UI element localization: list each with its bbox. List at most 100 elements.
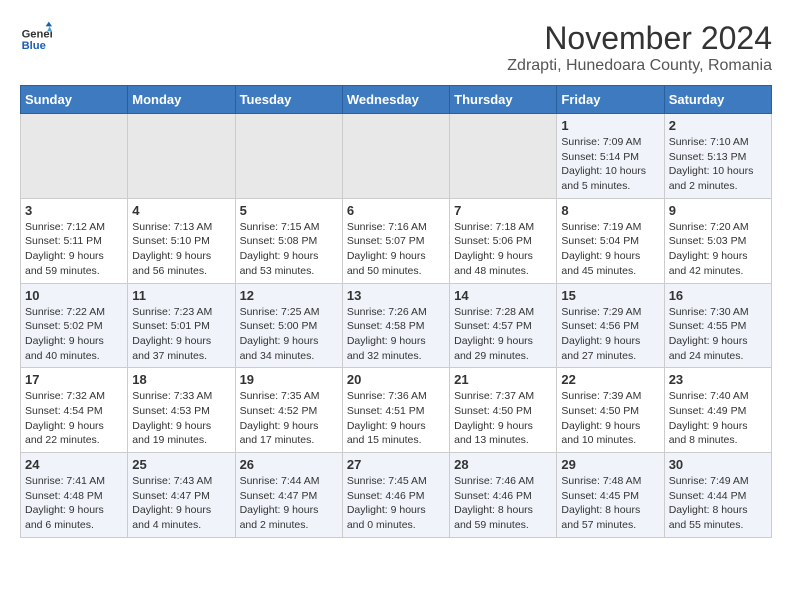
calendar-table: SundayMondayTuesdayWednesdayThursdayFrid… [20, 85, 772, 538]
weekday-header: Friday [557, 86, 664, 114]
day-info: Sunrise: 7:44 AM Sunset: 4:47 PM Dayligh… [240, 474, 338, 533]
day-info: Sunrise: 7:10 AM Sunset: 5:13 PM Dayligh… [669, 135, 767, 194]
calendar-cell [235, 114, 342, 199]
logo-icon: General Blue [20, 20, 52, 52]
day-info: Sunrise: 7:49 AM Sunset: 4:44 PM Dayligh… [669, 474, 767, 533]
svg-text:General: General [22, 29, 52, 41]
calendar-cell: 25Sunrise: 7:43 AM Sunset: 4:47 PM Dayli… [128, 453, 235, 538]
day-info: Sunrise: 7:32 AM Sunset: 4:54 PM Dayligh… [25, 389, 123, 448]
calendar-cell: 6 Sunrise: 7:16 AM Sunset: 5:07 PM Daylig… [342, 198, 449, 283]
day-info: Sunrise: 7:12 AM Sunset: 5:11 PM Dayligh… [25, 220, 123, 279]
day-number: 26 [240, 457, 338, 472]
day-number: 5 [240, 203, 338, 218]
calendar-cell: 2 Sunrise: 7:10 AM Sunset: 5:13 PM Daylig… [664, 114, 771, 199]
calendar-cell: 29 Sunrise: 7:48 AM Sunset: 4:45 PM Dayli… [557, 453, 664, 538]
day-info: Sunrise: 7:25 AM Sunset: 5:00 PM Dayligh… [240, 305, 338, 364]
calendar-cell: 27 Sunrise: 7:45 AM Sunset: 4:46 PM Dayli… [342, 453, 449, 538]
weekday-header: Saturday [664, 86, 771, 114]
day-number: 7 [454, 203, 552, 218]
calendar-week-row: 24 Sunrise: 7:41 AM Sunset: 4:48 PM Dayli… [21, 453, 772, 538]
day-number: 25 [132, 457, 230, 472]
calendar-week-row: 17Sunrise: 7:32 AM Sunset: 4:54 PM Dayli… [21, 368, 772, 453]
calendar-cell: 4 Sunrise: 7:13 AM Sunset: 5:10 PM Daylig… [128, 198, 235, 283]
calendar-cell [21, 114, 128, 199]
calendar-cell [450, 114, 557, 199]
day-number: 19 [240, 372, 338, 387]
calendar-cell: 22 Sunrise: 7:39 AM Sunset: 4:50 PM Dayli… [557, 368, 664, 453]
day-info: Sunrise: 7:40 AM Sunset: 4:49 PM Dayligh… [669, 389, 767, 448]
weekday-header: Tuesday [235, 86, 342, 114]
calendar-week-row: 1 Sunrise: 7:09 AM Sunset: 5:14 PM Daylig… [21, 114, 772, 199]
calendar-cell: 3 Sunrise: 7:12 AM Sunset: 5:11 PM Daylig… [21, 198, 128, 283]
day-number: 29 [561, 457, 659, 472]
day-info: Sunrise: 7:41 AM Sunset: 4:48 PM Dayligh… [25, 474, 123, 533]
day-info: Sunrise: 7:28 AM Sunset: 4:57 PM Dayligh… [454, 305, 552, 364]
day-info: Sunrise: 7:39 AM Sunset: 4:50 PM Dayligh… [561, 389, 659, 448]
calendar-cell: 10 Sunrise: 7:22 AM Sunset: 5:02 PM Dayli… [21, 283, 128, 368]
day-info: Sunrise: 7:45 AM Sunset: 4:46 PM Dayligh… [347, 474, 445, 533]
day-info: Sunrise: 7:15 AM Sunset: 5:08 PM Dayligh… [240, 220, 338, 279]
weekday-header: Sunday [21, 86, 128, 114]
calendar-cell: 19Sunrise: 7:35 AM Sunset: 4:52 PM Dayli… [235, 368, 342, 453]
day-number: 15 [561, 288, 659, 303]
day-number: 4 [132, 203, 230, 218]
day-number: 30 [669, 457, 767, 472]
day-info: Sunrise: 7:36 AM Sunset: 4:51 PM Dayligh… [347, 389, 445, 448]
calendar-cell: 21Sunrise: 7:37 AM Sunset: 4:50 PM Dayli… [450, 368, 557, 453]
weekday-header: Wednesday [342, 86, 449, 114]
calendar-cell: 17Sunrise: 7:32 AM Sunset: 4:54 PM Dayli… [21, 368, 128, 453]
calendar-cell: 13 Sunrise: 7:26 AM Sunset: 4:58 PM Dayli… [342, 283, 449, 368]
day-info: Sunrise: 7:19 AM Sunset: 5:04 PM Dayligh… [561, 220, 659, 279]
calendar-cell: 8Sunrise: 7:19 AM Sunset: 5:04 PM Daylig… [557, 198, 664, 283]
calendar-cell: 24 Sunrise: 7:41 AM Sunset: 4:48 PM Dayli… [21, 453, 128, 538]
day-info: Sunrise: 7:29 AM Sunset: 4:56 PM Dayligh… [561, 305, 659, 364]
day-number: 28 [454, 457, 552, 472]
calendar-cell: 15 Sunrise: 7:29 AM Sunset: 4:56 PM Dayli… [557, 283, 664, 368]
day-info: Sunrise: 7:48 AM Sunset: 4:45 PM Dayligh… [561, 474, 659, 533]
calendar-cell: 26 Sunrise: 7:44 AM Sunset: 4:47 PM Dayli… [235, 453, 342, 538]
title-block: November 2024 Zdrapti, Hunedoara County,… [507, 20, 772, 75]
logo: General Blue [20, 20, 52, 52]
day-number: 24 [25, 457, 123, 472]
month-title: November 2024 [507, 20, 772, 57]
day-number: 18 [132, 372, 230, 387]
day-number: 27 [347, 457, 445, 472]
day-number: 10 [25, 288, 123, 303]
calendar-cell: 7 Sunrise: 7:18 AM Sunset: 5:06 PM Daylig… [450, 198, 557, 283]
day-info: Sunrise: 7:09 AM Sunset: 5:14 PM Dayligh… [561, 135, 659, 194]
day-info: Sunrise: 7:46 AM Sunset: 4:46 PM Dayligh… [454, 474, 552, 533]
day-info: Sunrise: 7:13 AM Sunset: 5:10 PM Dayligh… [132, 220, 230, 279]
calendar-cell: 14 Sunrise: 7:28 AM Sunset: 4:57 PM Dayli… [450, 283, 557, 368]
day-number: 11 [132, 288, 230, 303]
day-number: 16 [669, 288, 767, 303]
day-info: Sunrise: 7:20 AM Sunset: 5:03 PM Dayligh… [669, 220, 767, 279]
day-number: 22 [561, 372, 659, 387]
day-number: 2 [669, 118, 767, 133]
calendar-cell: 16Sunrise: 7:30 AM Sunset: 4:55 PM Dayli… [664, 283, 771, 368]
day-info: Sunrise: 7:22 AM Sunset: 5:02 PM Dayligh… [25, 305, 123, 364]
calendar-week-row: 3 Sunrise: 7:12 AM Sunset: 5:11 PM Daylig… [21, 198, 772, 283]
calendar-cell [342, 114, 449, 199]
weekday-header: Thursday [450, 86, 557, 114]
calendar-cell: 5 Sunrise: 7:15 AM Sunset: 5:08 PM Daylig… [235, 198, 342, 283]
day-number: 13 [347, 288, 445, 303]
day-number: 1 [561, 118, 659, 133]
day-number: 14 [454, 288, 552, 303]
location: Zdrapti, Hunedoara County, Romania [507, 57, 772, 75]
svg-text:Blue: Blue [22, 40, 46, 52]
day-info: Sunrise: 7:18 AM Sunset: 5:06 PM Dayligh… [454, 220, 552, 279]
calendar-cell: 9Sunrise: 7:20 AM Sunset: 5:03 PM Daylig… [664, 198, 771, 283]
page-header: General Blue November 2024 Zdrapti, Hune… [20, 20, 772, 75]
calendar-cell: 30 Sunrise: 7:49 AM Sunset: 4:44 PM Dayli… [664, 453, 771, 538]
day-number: 6 [347, 203, 445, 218]
day-number: 12 [240, 288, 338, 303]
calendar-cell: 12 Sunrise: 7:25 AM Sunset: 5:00 PM Dayli… [235, 283, 342, 368]
weekday-header: Monday [128, 86, 235, 114]
day-number: 3 [25, 203, 123, 218]
calendar-cell [128, 114, 235, 199]
calendar-cell: 23Sunrise: 7:40 AM Sunset: 4:49 PM Dayli… [664, 368, 771, 453]
day-info: Sunrise: 7:23 AM Sunset: 5:01 PM Dayligh… [132, 305, 230, 364]
day-info: Sunrise: 7:16 AM Sunset: 5:07 PM Dayligh… [347, 220, 445, 279]
day-info: Sunrise: 7:26 AM Sunset: 4:58 PM Dayligh… [347, 305, 445, 364]
calendar-cell: 11 Sunrise: 7:23 AM Sunset: 5:01 PM Dayli… [128, 283, 235, 368]
